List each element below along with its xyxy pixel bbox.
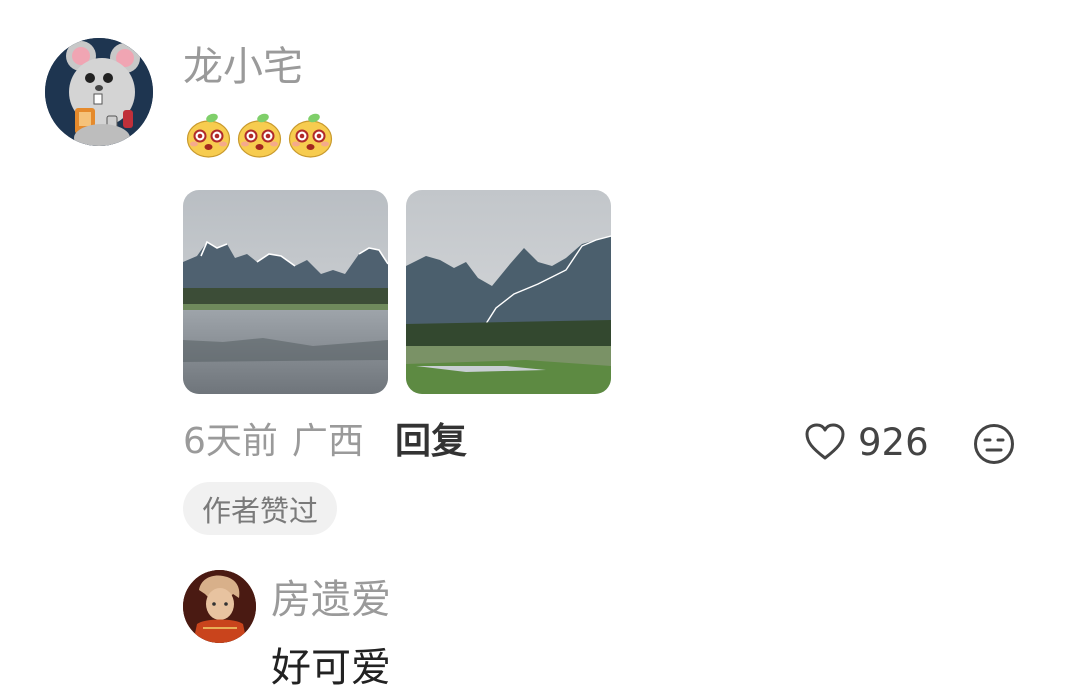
neutral-face-icon[interactable] bbox=[973, 423, 1015, 465]
reply-avatar[interactable] bbox=[183, 570, 256, 643]
mountain-lake-photo[interactable] bbox=[183, 190, 388, 394]
cute-face-emoji-icon bbox=[186, 113, 231, 158]
mountain-golf-course-photo[interactable] bbox=[406, 190, 611, 394]
reply-username[interactable]: 房遗爱 bbox=[271, 580, 391, 620]
cute-face-emoji-icon bbox=[237, 113, 282, 158]
emoji-row bbox=[186, 110, 333, 158]
comment-meta: 6天前 广西 bbox=[183, 424, 364, 460]
badge-label: 作者赞过 bbox=[202, 493, 319, 528]
comment-location: 广西 bbox=[291, 421, 364, 462]
comment-thread: 龙小宅 6天前 广西 回复 926 作者赞过 房遗爱 好可爱 bbox=[0, 0, 1080, 694]
comment-time: 6天前 bbox=[183, 421, 278, 462]
avatar[interactable] bbox=[45, 38, 153, 146]
heart-icon bbox=[805, 423, 845, 460]
like-button[interactable]: 926 bbox=[804, 422, 929, 462]
like-count: 926 bbox=[858, 420, 929, 464]
author-liked-badge: 作者赞过 bbox=[183, 482, 338, 535]
cute-face-emoji-icon bbox=[288, 113, 333, 158]
comment-username[interactable]: 龙小宅 bbox=[183, 47, 303, 87]
reply-text: 好可爱 bbox=[271, 645, 391, 691]
reply-button[interactable]: 回复 bbox=[395, 424, 467, 460]
